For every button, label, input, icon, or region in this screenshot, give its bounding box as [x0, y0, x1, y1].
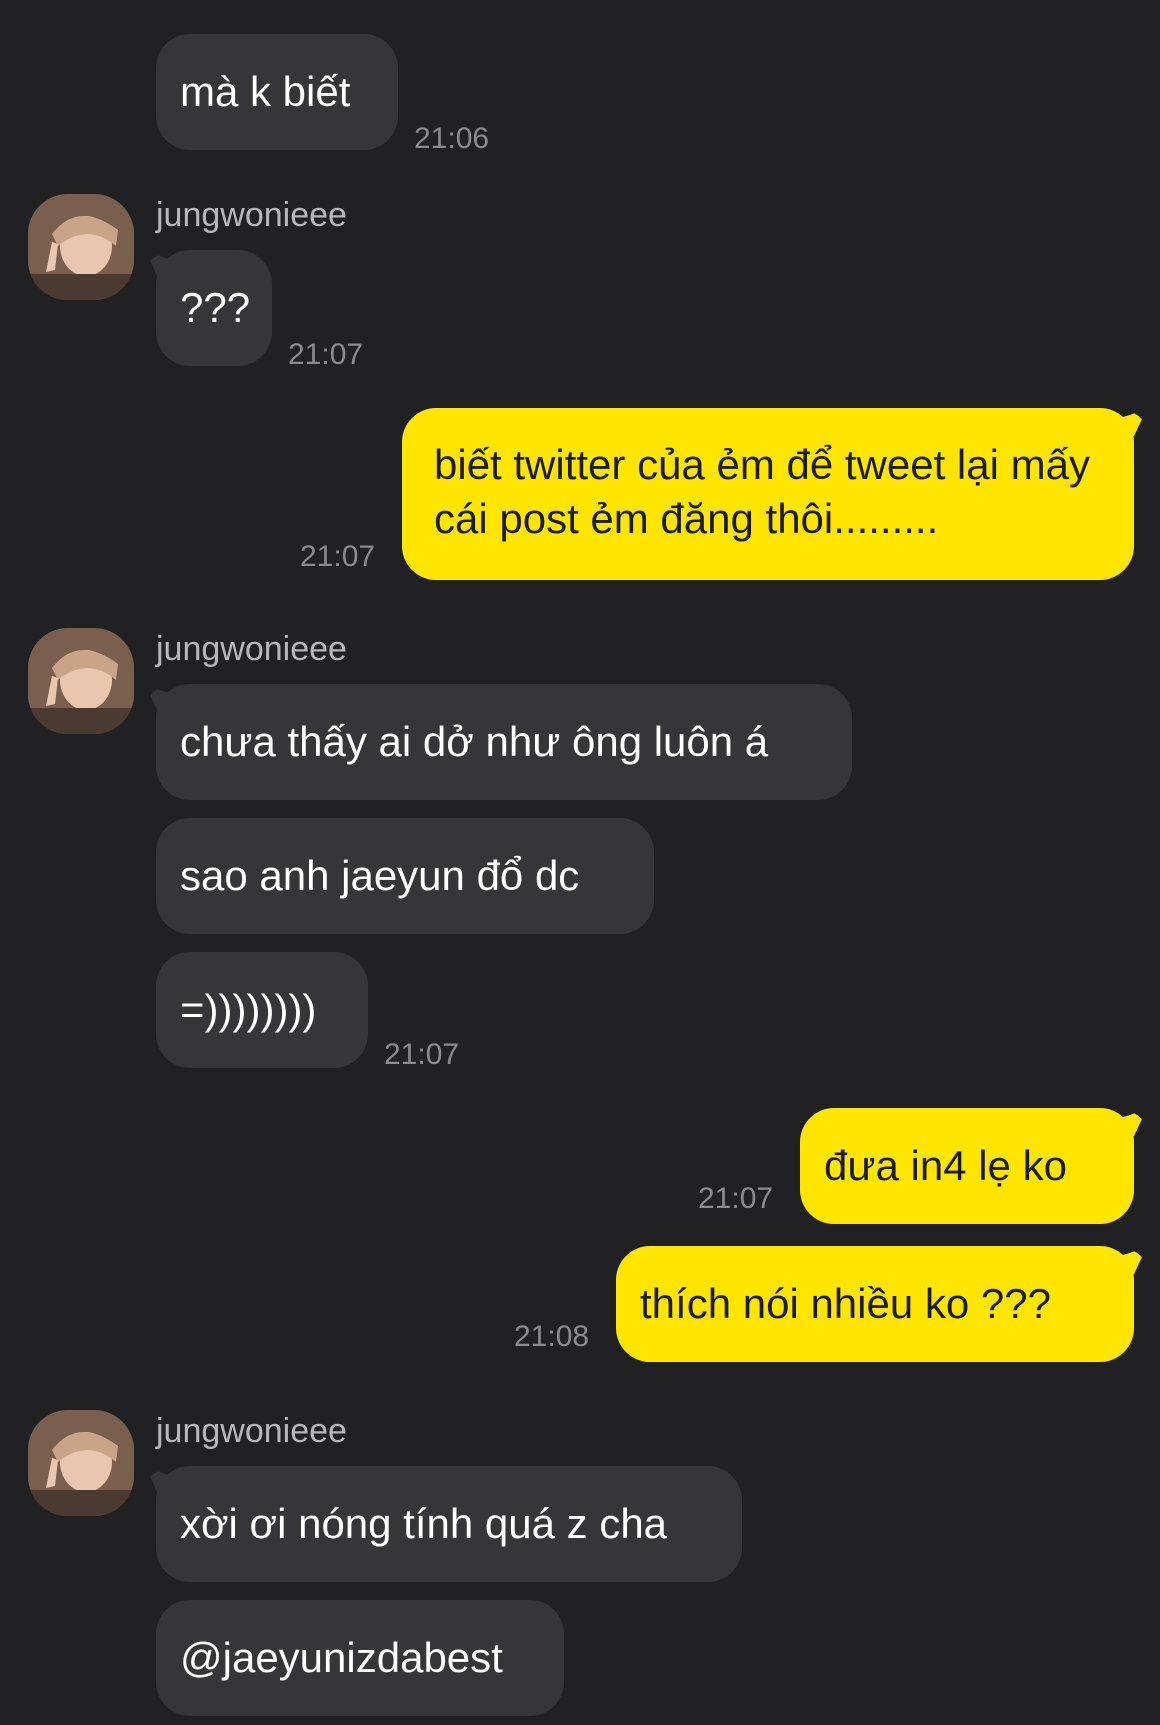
contact-avatar[interactable] — [28, 194, 134, 300]
message-text: xời ơi nóng tính quá z cha — [180, 1500, 668, 1547]
outgoing-message-bubble[interactable]: thích nói nhiều ko ??? — [616, 1246, 1134, 1362]
message-text: chưa thấy ai dở như ông luôn á — [180, 718, 769, 765]
message-text: =)))))))) — [180, 986, 317, 1033]
avatar-photo-icon — [28, 194, 134, 300]
outgoing-message-bubble[interactable]: đưa in4 lẹ ko — [800, 1108, 1134, 1224]
message-text: thích nói nhiều ko ??? — [640, 1280, 1051, 1327]
message-text: đưa in4 lẹ ko — [824, 1142, 1067, 1189]
message-timestamp: 21:06 — [414, 122, 490, 155]
sender-name: jungwonieee — [156, 1412, 347, 1450]
incoming-message-bubble[interactable]: chưa thấy ai dở như ông luôn á — [156, 684, 852, 800]
incoming-message-bubble[interactable]: @jaeyunizdabest — [156, 1600, 564, 1716]
incoming-message-bubble[interactable]: sao anh jaeyun đổ dc — [156, 818, 654, 934]
message-timestamp: 21:08 — [514, 1320, 590, 1353]
contact-avatar[interactable] — [28, 628, 134, 734]
message-text: sao anh jaeyun đổ dc — [180, 852, 580, 899]
avatar-photo-icon — [28, 1410, 134, 1516]
message-text: @jaeyunizdabest — [180, 1634, 503, 1681]
incoming-message-bubble[interactable]: xời ơi nóng tính quá z cha — [156, 1466, 742, 1582]
message-text: mà k biết — [180, 68, 351, 115]
sender-name: jungwonieee — [156, 630, 347, 668]
message-timestamp: 21:07 — [384, 1038, 460, 1071]
avatar-photo-icon — [28, 628, 134, 734]
incoming-message-bubble[interactable]: ??? — [156, 250, 272, 366]
contact-avatar[interactable] — [28, 1410, 134, 1516]
sender-name: jungwonieee — [156, 196, 347, 234]
incoming-message-bubble[interactable]: =)))))))) — [156, 952, 368, 1068]
message-timestamp: 21:07 — [288, 338, 364, 371]
outgoing-message-bubble[interactable]: biết twitter của ẻm để tweet lại mấy cái… — [402, 408, 1134, 580]
message-timestamp: 21:07 — [300, 540, 376, 573]
message-text: ??? — [180, 284, 251, 331]
incoming-message-bubble[interactable]: mà k biết — [156, 34, 398, 150]
message-text: biết twitter của ẻm để tweet lại mấy cái… — [434, 441, 1090, 542]
chat-thread[interactable]: mà k biết 21:06 jungwonieee ??? 21:07 21… — [0, 0, 1160, 1725]
message-timestamp: 21:07 — [698, 1182, 774, 1215]
